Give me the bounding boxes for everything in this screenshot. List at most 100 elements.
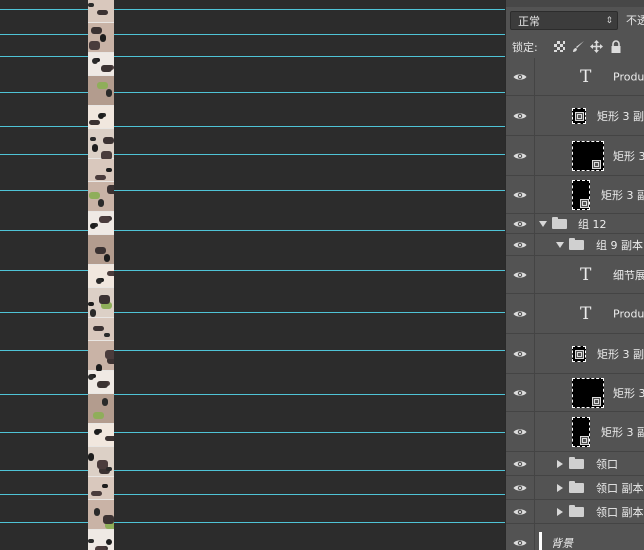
- layer-row[interactable]: 矩形 3 副: [506, 334, 644, 374]
- layer-row[interactable]: T 细节展: [506, 256, 644, 294]
- layer-name: 领口: [596, 457, 618, 471]
- collapse-arrow-icon[interactable]: [557, 483, 563, 492]
- blend-mode-value: 正常: [518, 15, 540, 28]
- visibility-toggle[interactable]: [506, 234, 535, 255]
- layer-name: 领口 副本: [596, 505, 644, 519]
- vector-mask-icon: [575, 112, 584, 121]
- folder-icon: [552, 216, 567, 229]
- layer-row[interactable]: T Produc: [506, 294, 644, 334]
- product-thumbnail: [88, 129, 114, 160]
- lock-all-icon[interactable]: [609, 40, 622, 53]
- product-thumbnail: [88, 530, 114, 550]
- visibility-toggle[interactable]: [506, 374, 535, 411]
- product-thumbnail: [88, 500, 114, 529]
- blend-mode-select[interactable]: 正常 ⇕: [510, 11, 618, 30]
- guide-line: [0, 270, 505, 271]
- product-thumbnail: [88, 182, 114, 211]
- guide-line: [0, 190, 505, 191]
- layer-row[interactable]: 矩形 3: [506, 374, 644, 412]
- folder-icon: [569, 504, 584, 517]
- visibility-toggle[interactable]: [506, 294, 535, 333]
- product-thumbnail: [88, 235, 114, 264]
- layer-row[interactable]: 矩形 3: [506, 136, 644, 176]
- visibility-toggle[interactable]: [506, 58, 535, 95]
- lock-transparent-pixels-icon[interactable]: [554, 41, 565, 52]
- guide-line: [0, 56, 505, 57]
- product-thumbnail: [88, 212, 114, 234]
- layer-name: 组 12: [578, 217, 607, 231]
- layer-name: 矩形 3: [613, 149, 644, 163]
- guide-line: [0, 470, 505, 471]
- text-layer-icon: T: [580, 66, 592, 87]
- layer-row[interactable]: 领口 副本: [506, 500, 644, 524]
- collapse-arrow-icon[interactable]: [557, 459, 563, 468]
- guide-line: [0, 34, 505, 35]
- visibility-toggle[interactable]: [506, 500, 535, 523]
- visibility-toggle[interactable]: [506, 96, 535, 135]
- expand-arrow-icon[interactable]: [539, 220, 547, 227]
- layer-name: 矩形 3 副: [601, 425, 644, 439]
- product-thumbnail: [88, 265, 114, 287]
- product-thumbnail: [88, 288, 114, 317]
- product-thumbnail: [88, 159, 114, 181]
- lock-position-move-icon[interactable]: [590, 40, 603, 53]
- guide-line: [0, 230, 505, 231]
- guide-line: [0, 312, 505, 313]
- panel-tab-bar: [506, 0, 644, 7]
- guide-line: [0, 522, 505, 523]
- product-thumbnail: [88, 106, 114, 128]
- guide-line: [0, 9, 505, 10]
- layer-name: 背景: [551, 536, 573, 550]
- product-thumbnail: [88, 424, 114, 446]
- layer-name: 矩形 3: [613, 386, 644, 400]
- visibility-toggle[interactable]: [506, 214, 535, 233]
- layer-row[interactable]: 矩形 3 副: [506, 96, 644, 136]
- visibility-toggle[interactable]: [506, 334, 535, 373]
- visibility-toggle[interactable]: [506, 452, 535, 475]
- product-thumbnail: [88, 341, 114, 372]
- guide-line: [0, 126, 505, 127]
- visibility-toggle[interactable]: [506, 256, 535, 293]
- document-canvas[interactable]: [0, 0, 505, 550]
- layer-name: 领口 副本: [596, 481, 644, 495]
- background-layer-thumbnail: [539, 531, 542, 550]
- lock-image-pixels-brush-icon[interactable]: [572, 40, 585, 53]
- layer-row[interactable]: 领口 副本: [506, 476, 644, 500]
- layers-panel: 正常 ⇕ 不透 锁定: TProduc矩形 3 副矩形 3矩形 3 副组 12组…: [505, 0, 644, 550]
- expand-arrow-icon[interactable]: [556, 241, 564, 248]
- dropdown-arrow-icon: ⇕: [605, 16, 613, 26]
- product-thumbnail: [88, 53, 114, 75]
- folder-icon: [569, 456, 584, 469]
- visibility-toggle[interactable]: [506, 412, 535, 451]
- guide-line: [0, 494, 505, 495]
- layer-row[interactable]: 矩形 3 副: [506, 412, 644, 452]
- layer-row[interactable]: 背景: [506, 524, 644, 550]
- visibility-toggle[interactable]: [506, 524, 535, 550]
- collapse-arrow-icon[interactable]: [557, 507, 563, 516]
- layer-name: 矩形 3 副: [597, 109, 644, 123]
- layer-name: 矩形 3 副: [601, 188, 644, 202]
- product-thumbnail: [88, 371, 114, 393]
- product-thumbnail: [88, 23, 114, 52]
- layer-name: 组 9 副本: [596, 238, 643, 252]
- layer-row[interactable]: 组 9 副本: [506, 234, 644, 256]
- guide-line: [0, 394, 505, 395]
- layer-row[interactable]: 组 12: [506, 214, 644, 234]
- folder-icon: [569, 237, 584, 250]
- layer-row[interactable]: T Produc: [506, 58, 644, 96]
- product-thumbnail: [88, 76, 114, 105]
- visibility-toggle[interactable]: [506, 176, 535, 213]
- photoshop-workspace: 正常 ⇕ 不透 锁定: TProduc矩形 3 副矩形 3矩形 3 副组 12组…: [0, 0, 644, 550]
- visibility-toggle[interactable]: [506, 476, 535, 499]
- guide-line: [0, 432, 505, 433]
- vector-mask-icon: [575, 350, 584, 359]
- visibility-toggle[interactable]: [506, 136, 535, 175]
- text-layer-icon: T: [580, 303, 592, 324]
- product-thumbnail: [88, 447, 114, 476]
- guide-line: [0, 350, 505, 351]
- lock-row: 锁定:: [510, 38, 644, 56]
- guide-line: [0, 92, 505, 93]
- layer-row[interactable]: 矩形 3 副: [506, 176, 644, 214]
- folder-icon: [569, 480, 584, 493]
- layer-row[interactable]: 领口: [506, 452, 644, 476]
